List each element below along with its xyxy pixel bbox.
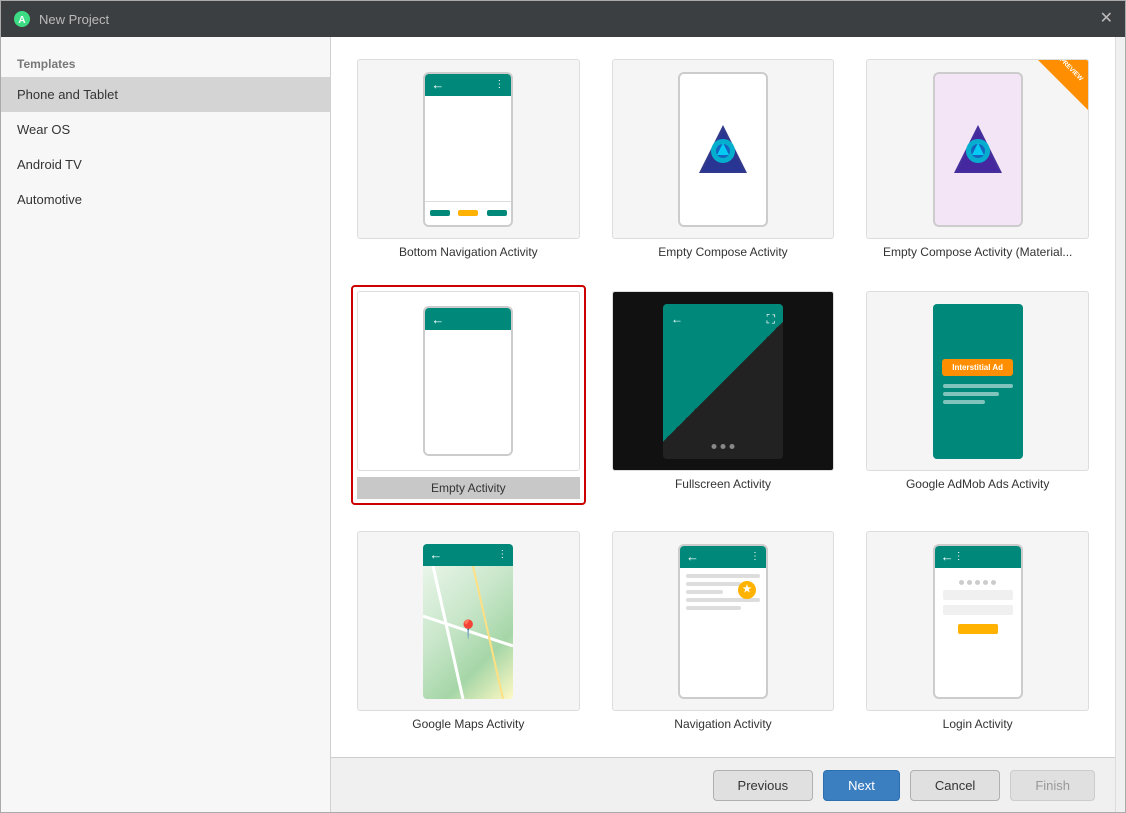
sidebar-item-automotive[interactable]: Automotive [1, 182, 330, 217]
template-grid: ← ⋮ Bottom Naviga [351, 53, 1095, 737]
template-label-empty-activity: Empty Activity [357, 477, 580, 499]
sidebar: Templates Phone and Tablet Wear OS Andro… [1, 37, 331, 812]
svg-text:A: A [18, 15, 25, 26]
sidebar-item-android-tv[interactable]: Android TV [1, 147, 330, 182]
fullscreen-expand-icon: ⛶ [767, 312, 775, 327]
template-card-empty-compose-material[interactable]: PREVIEW Empty Compose Activity (Material… [860, 53, 1095, 265]
template-grid-area: ← ⋮ Bottom Naviga [331, 37, 1115, 757]
fab-icon: ★ [738, 581, 756, 599]
compose-logo-icon [691, 117, 755, 181]
template-label-admob: Google AdMob Ads Activity [906, 477, 1049, 491]
template-card-fullscreen[interactable]: ← ⛶ Fullscreen Activity [606, 285, 841, 505]
admob-ad-badge: Interstitial Ad [942, 359, 1013, 376]
template-label-notifications: Navigation Activity [674, 717, 771, 731]
next-button[interactable]: Next [823, 770, 900, 801]
title-bar-left: A New Project [13, 10, 109, 28]
content-area: ← ⋮ Bottom Naviga [331, 37, 1115, 812]
template-card-bottom-nav[interactable]: ← ⋮ Bottom Naviga [351, 53, 586, 265]
app-icon: A [13, 10, 31, 28]
cancel-button[interactable]: Cancel [910, 770, 1000, 801]
previous-button[interactable]: Previous [713, 770, 814, 801]
right-scrollbar[interactable] [1115, 37, 1125, 812]
footer: Previous Next Cancel Finish [331, 757, 1115, 812]
template-preview-admob: Interstitial Ad [866, 291, 1089, 471]
preview-badge-triangle [1038, 60, 1088, 110]
template-label-login: Login Activity [943, 717, 1013, 731]
template-label-fullscreen: Fullscreen Activity [675, 477, 771, 491]
template-preview-empty-activity: ← [357, 291, 580, 471]
template-card-maps[interactable]: ← ⋮ [351, 525, 586, 737]
template-preview-login: ← ⋮ [866, 531, 1089, 711]
template-preview-bottom-nav: ← ⋮ [357, 59, 580, 239]
close-button[interactable]: ✕ [1100, 11, 1113, 27]
template-preview-fullscreen: ← ⛶ [612, 291, 835, 471]
template-card-empty-compose[interactable]: Empty Compose Activity [606, 53, 841, 265]
template-preview-notifications: ← ⋮ [612, 531, 835, 711]
sidebar-section-label: Templates [1, 49, 330, 77]
template-card-admob[interactable]: Interstitial Ad Google AdMob Ads Activit… [860, 285, 1095, 505]
template-card-notifications[interactable]: ← ⋮ [606, 525, 841, 737]
template-preview-maps: ← ⋮ [357, 531, 580, 711]
compose-material-logo-icon [946, 117, 1010, 181]
main-content: Templates Phone and Tablet Wear OS Andro… [1, 37, 1125, 812]
window-title: New Project [39, 12, 109, 27]
template-label-empty-compose: Empty Compose Activity [658, 245, 787, 259]
template-label-maps: Google Maps Activity [412, 717, 524, 731]
sidebar-item-phone-tablet[interactable]: Phone and Tablet [1, 77, 330, 112]
finish-button: Finish [1010, 770, 1095, 801]
template-card-login[interactable]: ← ⋮ [860, 525, 1095, 737]
sidebar-item-wear-os[interactable]: Wear OS [1, 112, 330, 147]
template-card-empty-activity[interactable]: ← Empty Activity [351, 285, 586, 505]
template-label-empty-compose-material: Empty Compose Activity (Material... [883, 245, 1072, 259]
template-preview-empty-compose [612, 59, 835, 239]
new-project-window: A New Project ✕ Templates Phone and Tabl… [0, 0, 1126, 813]
template-preview-empty-compose-material: PREVIEW [866, 59, 1089, 239]
template-label-bottom-nav: Bottom Navigation Activity [399, 245, 538, 259]
title-bar: A New Project ✕ [1, 1, 1125, 37]
